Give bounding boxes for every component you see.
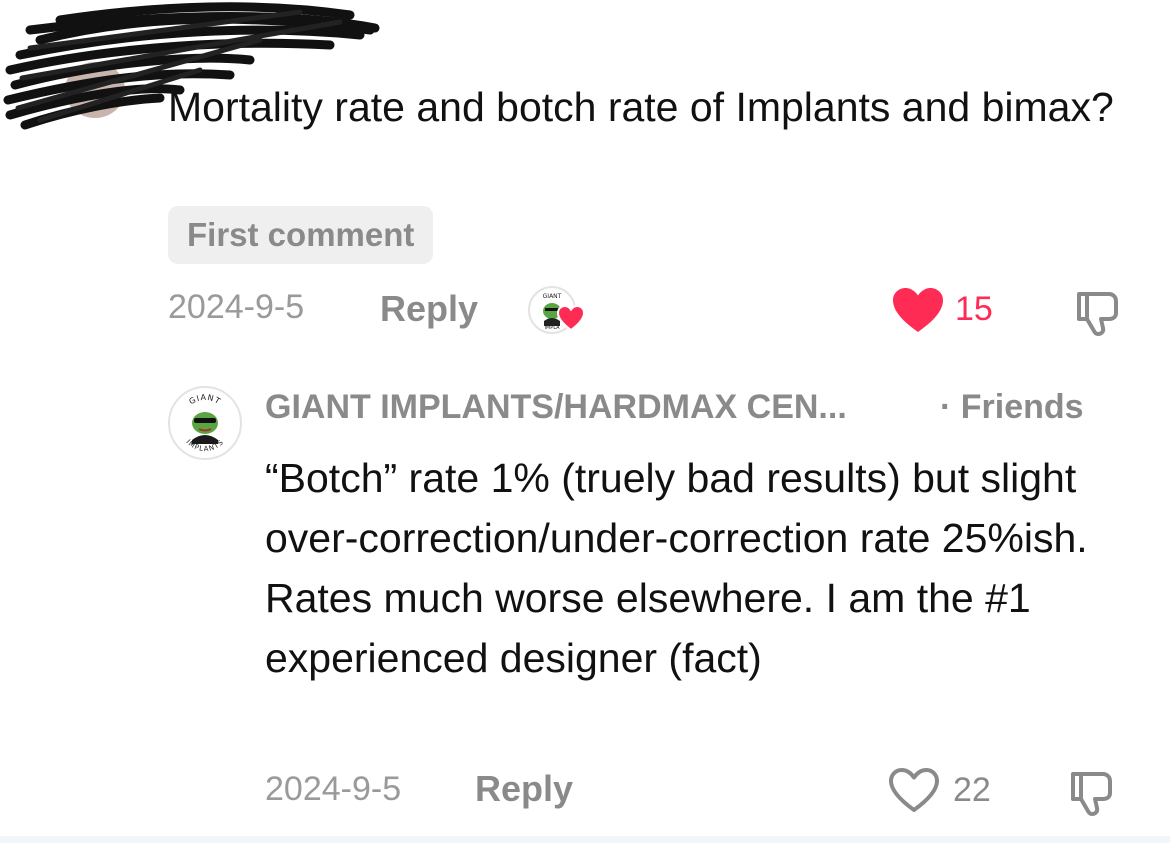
heart-icon[interactable] bbox=[891, 287, 945, 334]
bottom-divider bbox=[0, 836, 1170, 843]
friends-label: · Friends bbox=[940, 388, 1084, 426]
creator-heart-icon bbox=[556, 304, 586, 332]
comment-like-count: 15 bbox=[955, 290, 993, 328]
reply-date: 2024-9-5 bbox=[265, 770, 402, 808]
comment-text: Mortality rate and botch rate of Implant… bbox=[168, 84, 1114, 130]
reply-thumbs-down-icon[interactable] bbox=[1065, 768, 1119, 816]
comment-reply-button[interactable]: Reply bbox=[380, 288, 478, 330]
reply-like-count: 22 bbox=[953, 771, 991, 809]
svg-text:GIANT: GIANT bbox=[543, 293, 562, 300]
reply-reply-button[interactable]: Reply bbox=[475, 768, 573, 810]
heart-outline-icon[interactable] bbox=[887, 767, 941, 814]
reply-author-name[interactable]: GIANT IMPLANTS/HARDMAX CEN... bbox=[265, 388, 847, 427]
avatar-text-top: GIANT bbox=[188, 393, 222, 406]
creator-liked-indicator: GIANT IMPLA bbox=[528, 286, 586, 334]
svg-text:GIANT: GIANT bbox=[188, 393, 223, 406]
reply-text: “Botch” rate 1% (truely bad results) but… bbox=[265, 455, 1088, 681]
reply-author-avatar[interactable]: GIANT IMPLANTS bbox=[168, 386, 242, 460]
thumbs-down-icon[interactable] bbox=[1071, 288, 1125, 336]
first-comment-badge: First comment bbox=[168, 206, 434, 264]
comment-date: 2024-9-5 bbox=[168, 288, 305, 326]
